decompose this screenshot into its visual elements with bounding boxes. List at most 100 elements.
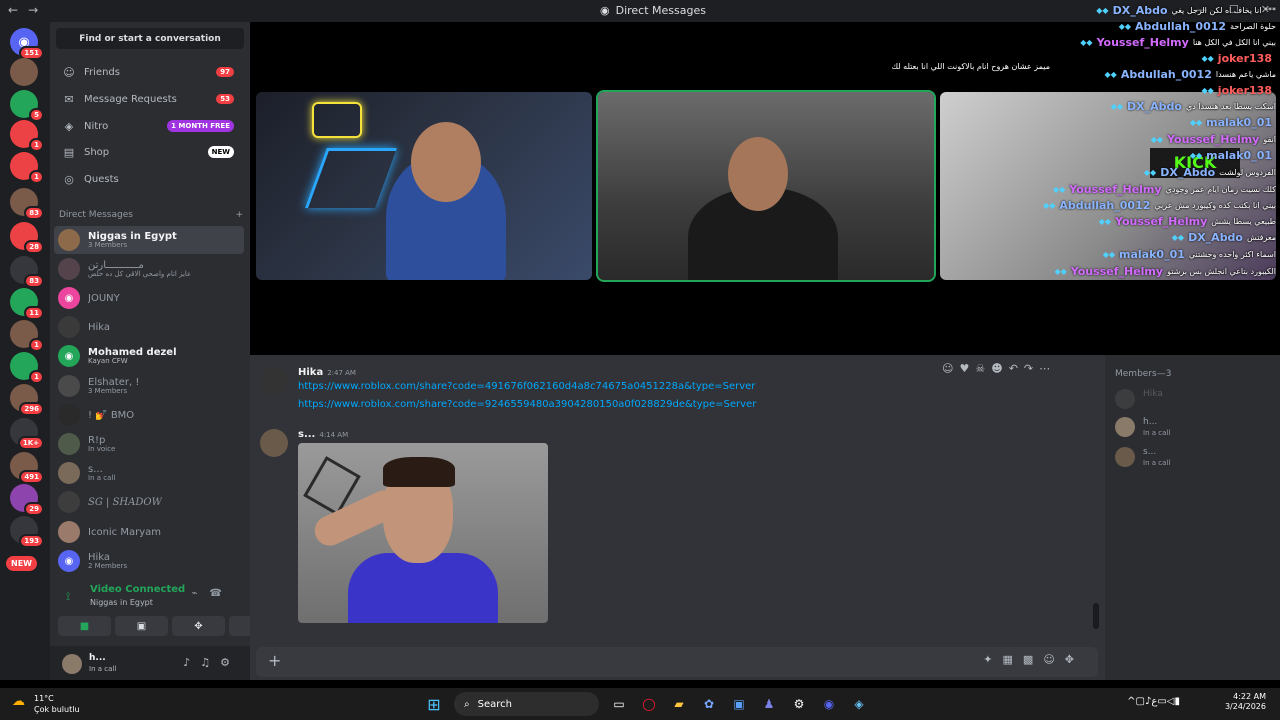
- avatar[interactable]: [62, 654, 82, 674]
- emoji-reaction-icon[interactable]: ☺: [942, 362, 953, 375]
- video-tile-speaking[interactable]: [596, 90, 936, 282]
- headphones-icon[interactable]: ♫: [200, 656, 220, 669]
- dm-item[interactable]: ◉ Mohamed dezel Kayan CFW: [54, 342, 244, 370]
- chat-scrollbar[interactable]: [1093, 603, 1099, 629]
- server-badge: 83: [24, 206, 44, 220]
- message-link[interactable]: https://www.roblox.com/share?code=491676…: [298, 381, 755, 392]
- chat-badges-icon: ◆◆: [1189, 150, 1203, 160]
- dm-name: مـــــــــــارتن: [88, 259, 144, 271]
- chevron-up-icon[interactable]: ^: [1127, 696, 1135, 707]
- dm-item[interactable]: مـــــــــــارتن عايز اتام واصحي الاقي كل…: [54, 255, 244, 283]
- noise-suppression-icon[interactable]: ⌁: [192, 588, 210, 599]
- dm-item[interactable]: ◉ JOUNY: [54, 284, 244, 312]
- search-icon: ⌕: [464, 698, 470, 710]
- member-item[interactable]: Hika: [1115, 387, 1275, 413]
- store-icon[interactable]: ▣: [729, 694, 749, 714]
- taskbar-clock[interactable]: 4:22 AM 3/24/2026: [1225, 692, 1266, 713]
- server-icon[interactable]: 29: [10, 484, 44, 516]
- dm-item[interactable]: Hika: [54, 313, 244, 341]
- screen-share-button[interactable]: ▣: [115, 616, 168, 636]
- message-author[interactable]: Hika 2:47 AM: [298, 367, 356, 378]
- apps-icon[interactable]: ✥: [1065, 653, 1084, 666]
- dm-item[interactable]: Niggas in Egypt 3 Members: [54, 226, 244, 254]
- disconnect-icon[interactable]: ☎: [210, 588, 234, 599]
- reply-icon[interactable]: ↶: [1009, 362, 1018, 375]
- message-author[interactable]: s... 4:14 AM: [298, 429, 348, 440]
- opera-icon[interactable]: ◯: [639, 694, 659, 714]
- avatar[interactable]: [260, 367, 288, 395]
- nav-quests[interactable]: ◎ Quests: [54, 167, 246, 191]
- server-icon[interactable]: 296: [10, 384, 44, 416]
- find-conversation-button[interactable]: Find or start a conversation: [56, 28, 244, 49]
- chat-badges-icon: ◆◆: [1143, 167, 1157, 177]
- server-icon[interactable]: 28: [10, 222, 44, 254]
- nav-shop[interactable]: ▤ Shop NEW: [54, 140, 246, 164]
- task-view-icon[interactable]: ▭: [609, 694, 629, 714]
- author-name[interactable]: s...: [298, 429, 315, 440]
- image-attachment[interactable]: [298, 443, 548, 623]
- server-icon[interactable]: 83: [10, 256, 44, 288]
- message-link[interactable]: https://www.roblox.com/share?code=924655…: [298, 399, 756, 410]
- gift-icon[interactable]: ✦: [983, 653, 1002, 666]
- tray-app-icon[interactable]: ▢: [1136, 696, 1145, 707]
- steam-icon[interactable]: ◈: [849, 694, 869, 714]
- member-item[interactable]: s... In a call: [1115, 445, 1275, 471]
- overlay-chat-line: ◆◆ DX_Abdo معرفتش: [1172, 229, 1276, 245]
- server-icon[interactable]: 1: [10, 352, 44, 384]
- dm-item[interactable]: SG | SHADOW: [54, 488, 244, 516]
- back-arrow-icon[interactable]: ←: [8, 3, 28, 17]
- copilot-icon[interactable]: ✿: [699, 694, 719, 714]
- emoji-icon[interactable]: ☺: [1043, 653, 1064, 666]
- voice-channel-name[interactable]: Niggas in Egypt: [90, 598, 153, 607]
- video-tile[interactable]: [256, 92, 592, 280]
- server-icon[interactable]: 193: [10, 516, 44, 548]
- add-reaction-icon[interactable]: ☻: [991, 362, 1002, 375]
- taskbar-search[interactable]: ⌕ Search: [454, 692, 599, 716]
- more-icon[interactable]: ⋯: [1039, 362, 1050, 375]
- windows-start-icon[interactable]: ⊞: [424, 694, 444, 714]
- discord-taskbar-icon[interactable]: ◉: [819, 694, 839, 714]
- server-icon[interactable]: 1: [10, 120, 44, 152]
- new-unreads-pill[interactable]: NEW: [6, 556, 37, 571]
- server-icon[interactable]: 11: [10, 288, 44, 320]
- nav-message-requests[interactable]: ✉ Message Requests 53: [54, 87, 246, 111]
- activities-button[interactable]: ✥: [172, 616, 225, 636]
- forward-icon[interactable]: ↷: [1024, 362, 1033, 375]
- clock-date: 3/24/2026: [1224, 702, 1266, 712]
- teams-icon[interactable]: ♟: [759, 694, 779, 714]
- server-icon[interactable]: 1K+: [10, 418, 44, 450]
- microphone-icon[interactable]: ♪: [183, 656, 200, 669]
- forward-arrow-icon[interactable]: →: [28, 3, 48, 17]
- gear-icon[interactable]: ⚙: [220, 656, 240, 669]
- server-icon[interactable]: 491: [10, 452, 44, 484]
- server-icon[interactable]: 5: [10, 90, 44, 122]
- skull-reaction-icon[interactable]: ☠: [975, 362, 985, 375]
- nav-nitro[interactable]: ◈ Nitro 1 MONTH FREE: [54, 114, 246, 138]
- steam-like-icon[interactable]: ⚙: [789, 694, 809, 714]
- dm-item[interactable]: Elshater, ! 3 Members: [54, 372, 244, 400]
- server-icon[interactable]: [10, 58, 38, 86]
- dm-item[interactable]: ! 💅 BMO: [54, 401, 244, 429]
- message-input[interactable]: [300, 654, 940, 670]
- server-icon[interactable]: 1: [10, 320, 44, 352]
- dm-item[interactable]: ◉ Hika 2 Members: [54, 547, 244, 575]
- server-icon[interactable]: 83: [10, 188, 44, 220]
- member-item[interactable]: h... In a call: [1115, 415, 1275, 441]
- create-dm-icon[interactable]: +: [235, 210, 243, 220]
- avatar[interactable]: [260, 429, 288, 457]
- add-attachment-icon[interactable]: +: [268, 652, 286, 670]
- gif-icon[interactable]: ▦: [1003, 653, 1023, 666]
- author-name[interactable]: Hika: [298, 367, 323, 378]
- dm-item[interactable]: s... In a call: [54, 459, 244, 487]
- nav-friends[interactable]: ☺ Friends 97: [54, 60, 246, 84]
- battery-icon[interactable]: ▮: [1174, 696, 1180, 707]
- home-button[interactable]: ◉ 151: [10, 28, 44, 60]
- file-explorer-icon[interactable]: ▰: [669, 694, 689, 714]
- network-icon[interactable]: ▭: [1157, 696, 1166, 707]
- server-icon[interactable]: 1: [10, 152, 44, 184]
- sticker-icon[interactable]: ▩: [1023, 653, 1043, 666]
- camera-button[interactable]: ■: [58, 616, 111, 636]
- dm-item[interactable]: R!p In voice: [54, 430, 244, 458]
- dm-item[interactable]: Iconic Maryam: [54, 518, 244, 546]
- reaction-icon[interactable]: ♥: [959, 362, 969, 375]
